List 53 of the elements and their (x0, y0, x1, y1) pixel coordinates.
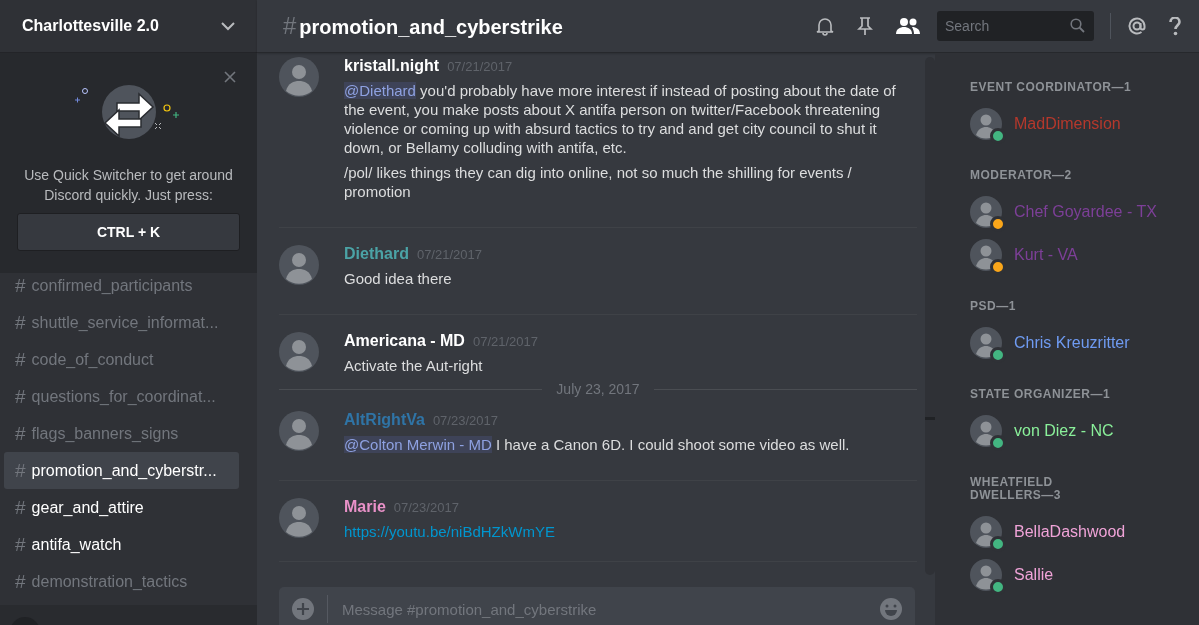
bell-icon[interactable] (815, 16, 835, 36)
pin-icon[interactable] (857, 16, 873, 36)
role-header: STATE ORGANIZER—1 (970, 388, 1112, 401)
author-name[interactable]: AltRightVa (344, 411, 425, 429)
role-header: WHEATFIELD DWELLERS—3 (970, 476, 1062, 502)
quick-switcher-hint: Use Quick Switcher to get around Discord quickly. Just press: (23, 166, 234, 205)
channel-item[interactable]: # promotion_and_cyberstr... (4, 452, 239, 489)
avatar[interactable] (970, 238, 1002, 271)
author-name[interactable]: kristall.night (344, 57, 440, 75)
message-text: @Diethard you'd probably have more interest if instead of posting about the date of the event, you make posts about X antifa person on twitter/Facebook threatening violence or coming up with absurd tactics to try and and get city council to shut it down, or Bellamy colluding with antifa, etc. (344, 81, 897, 157)
message-text: @Colton Merwin - MD I have a Canon 6D. I could shoot some video as well. (344, 435, 851, 454)
message-text: Activate the Aut-right (344, 356, 484, 375)
members-icon[interactable] (895, 17, 921, 35)
message-link[interactable]: https://youtu.be/niBdHZkWmYE (344, 523, 555, 540)
close-icon[interactable] (224, 71, 236, 83)
avatar[interactable] (279, 498, 319, 538)
avatar[interactable] (279, 57, 319, 97)
channel-title: #promotion_and_cyberstrike (283, 12, 563, 40)
member-name[interactable]: BellaDashwood (1014, 522, 1126, 541)
role-header: MODERATOR—2 (970, 169, 1073, 182)
avatar[interactable] (970, 414, 1002, 447)
member-name[interactable]: MadDimension (1014, 114, 1121, 133)
author-name[interactable]: Marie (344, 498, 386, 516)
server-name[interactable]: Charlottesville 2.0 (22, 17, 159, 35)
mention-link[interactable]: @Colton Merwin - MD (344, 436, 492, 453)
shortcut-button[interactable]: CTRL + K (17, 213, 240, 251)
role-header: EVENT COORDINATOR—1 (970, 81, 1133, 94)
scrollbar[interactable] (925, 57, 935, 575)
mention-icon[interactable] (1127, 16, 1147, 36)
message-text: Good idea there (344, 269, 453, 288)
role-header: PSD—1 (970, 300, 1017, 313)
member-name[interactable]: Sallie (1014, 565, 1054, 584)
search-field[interactable]: Search (937, 11, 1094, 41)
member-name[interactable]: Chris Kreuzritter (1014, 333, 1130, 352)
avatar[interactable] (279, 332, 319, 372)
member-name[interactable]: von Diez - NC (1014, 421, 1114, 440)
channel-item[interactable]: # gear_and_attire (4, 489, 239, 526)
search-icon (1070, 18, 1085, 33)
channel-item[interactable]: # questions_for_coordinat... (4, 378, 239, 415)
author-name[interactable]: Americana - MD (344, 332, 465, 350)
message-text: /pol/ likes things they can dig into online, not so much the shilling for events / promotion (344, 163, 853, 201)
author-name[interactable]: Diethard (344, 245, 409, 263)
channel-item[interactable]: # flags_banners_signs (4, 415, 239, 452)
channel-item[interactable]: # code_of_conduct (4, 341, 239, 378)
channel-item[interactable]: # antifa_watch (4, 526, 239, 563)
avatar[interactable] (279, 411, 319, 451)
channel-item[interactable]: # demonstration_tactics (4, 563, 239, 600)
chevron-down-icon[interactable] (221, 21, 235, 31)
date-divider-label: July 23, 2017 (556, 381, 640, 397)
channel-item[interactable]: # shuttle_service_informat... (4, 304, 239, 341)
avatar[interactable] (279, 245, 319, 285)
mention-link[interactable]: @Diethard (344, 82, 416, 99)
help-icon[interactable] (1169, 16, 1181, 36)
